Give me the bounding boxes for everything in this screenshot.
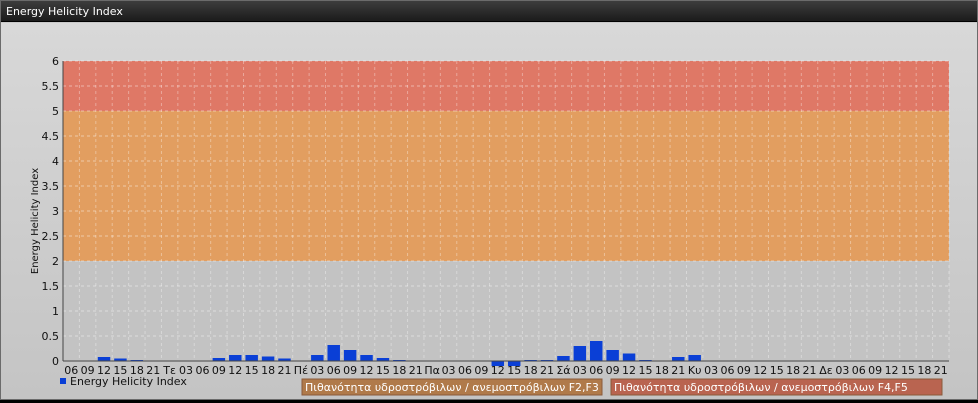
x-tick-label: 12 (228, 364, 242, 377)
x-tick-label: 15 (507, 364, 521, 377)
y-tick-label: 4.5 (42, 130, 60, 143)
bar-37 (672, 357, 685, 361)
bar-10 (229, 355, 242, 361)
x-tick-label: 21 (803, 364, 817, 377)
x-tick-labels: 06 09 12 15 18 21 Τε 03 06 09 12 15 18 21 Πέ 03 06 09 12 15… (64, 364, 948, 377)
bar-34 (622, 353, 636, 361)
x-tick-label: 06 (327, 364, 341, 377)
energy-helicity-chart: 0 0.5 1 1.5 2 2.5 3 3.5 4 4.5 5 5.5 6 06 09 12 15 18 21 Τε… (30, 55, 950, 396)
legend-entry[interactable]: Energy Helicity Index (70, 375, 187, 388)
y-tick-label: 4 (52, 155, 59, 168)
x-tick-label: 06 (195, 364, 209, 377)
y-tick-label: 6 (52, 55, 59, 68)
bar-16 (327, 345, 340, 361)
chart-window: Energy Helicity Index 0 0.5 1 1.5 2 2.5 3 3.5 4 4… (0, 0, 978, 400)
x-tick-label: 09 (343, 364, 357, 377)
chart-area: 0 0.5 1 1.5 2 2.5 3 3.5 4 4.5 5 5.5 6 06 09 12 15 18 21 Τε… (1, 23, 977, 399)
x-tick-label: 15 (245, 364, 259, 377)
x-tick-label: 03 (442, 364, 456, 377)
x-tick-label: 06 (589, 364, 603, 377)
x-tick-label: 18 (261, 364, 275, 377)
y-tick-label: 5 (52, 105, 59, 118)
x-tick-label: Πα (424, 364, 440, 377)
x-tick-label: 06 (852, 364, 866, 377)
y-tick-label: 2 (52, 255, 59, 268)
bar-17 (343, 350, 357, 361)
bar-2 (97, 357, 111, 361)
x-tick-label: 09 (868, 364, 882, 377)
x-tick-label: 21 (540, 364, 554, 377)
x-tick-label: 03 (310, 364, 324, 377)
y-axis-label: Energy Helicity Index (30, 168, 41, 274)
x-tick-label: 21 (278, 364, 292, 377)
x-tick-label: 21 (671, 364, 685, 377)
x-tick-label: 12 (885, 364, 899, 377)
x-tick-label: Δε (819, 364, 833, 377)
x-tick-label: 09 (474, 364, 488, 377)
y-tick-label: 3.5 (42, 180, 60, 193)
x-tick-label: 09 (606, 364, 620, 377)
x-tick-label: 15 (901, 364, 915, 377)
y-tick-label: 1 (52, 305, 59, 318)
y-tick-label: 5.5 (42, 80, 60, 93)
y-tick-label: 0 (52, 355, 59, 368)
bar-32 (590, 341, 603, 361)
y-tick-labels: 0 0.5 1 1.5 2 2.5 3 3.5 4 4.5 5 5.5 6 (42, 55, 60, 368)
bar-33 (606, 350, 619, 361)
x-tick-label: 12 (360, 364, 374, 377)
x-tick-label: 09 (737, 364, 751, 377)
y-tick-label: 1.5 (42, 280, 60, 293)
x-tick-label: 12 (491, 364, 505, 377)
x-tick-label: Σά (556, 364, 570, 377)
x-tick-label: 06 (721, 364, 735, 377)
x-tick-label: 03 (573, 364, 587, 377)
x-tick-label: 18 (655, 364, 669, 377)
bar-38 (688, 355, 701, 361)
x-tick-label: 06 (458, 364, 472, 377)
bar-11 (245, 355, 258, 361)
legend-marker (60, 378, 66, 384)
x-tick-label: 15 (638, 364, 652, 377)
x-tick-label: Πέ (294, 364, 308, 377)
x-tick-label: 21 (934, 364, 948, 377)
x-tick-label: 21 (409, 364, 423, 377)
x-tick-label: 18 (917, 364, 931, 377)
x-tick-label: 12 (622, 364, 636, 377)
y-tick-label: 3 (52, 205, 59, 218)
legend[interactable]: Energy Helicity Index Πιθανότητα υδροστρό… (60, 375, 943, 396)
y-tick-label: 0.5 (42, 330, 60, 343)
x-tick-label: 18 (786, 364, 800, 377)
x-tick-label: 18 (524, 364, 538, 377)
x-tick-label: 12 (753, 364, 767, 377)
x-tick-label: 03 (835, 364, 849, 377)
window-title: Energy Helicity Index (1, 1, 977, 22)
x-tick-label: 15 (770, 364, 784, 377)
bar-12 (261, 356, 275, 361)
band-legend-label-2: Πιθανότητα υδροστρόβιλων / ανεμοστρόβιλω… (614, 381, 908, 394)
bar-31 (573, 346, 587, 361)
bar-18 (360, 355, 373, 361)
bar-30 (557, 356, 570, 361)
x-tick-label: 15 (376, 364, 390, 377)
band-legend-label-1: Πιθανότητα υδροστρόβιλων / ανεμοστρόβιλω… (305, 381, 599, 394)
x-tick-label: 18 (392, 364, 406, 377)
x-tick-label: 09 (212, 364, 226, 377)
x-tick-label: Κυ (688, 364, 702, 377)
bar-15 (311, 355, 324, 361)
x-tick-label: 03 (704, 364, 718, 377)
y-tick-label: 2.5 (42, 230, 60, 243)
